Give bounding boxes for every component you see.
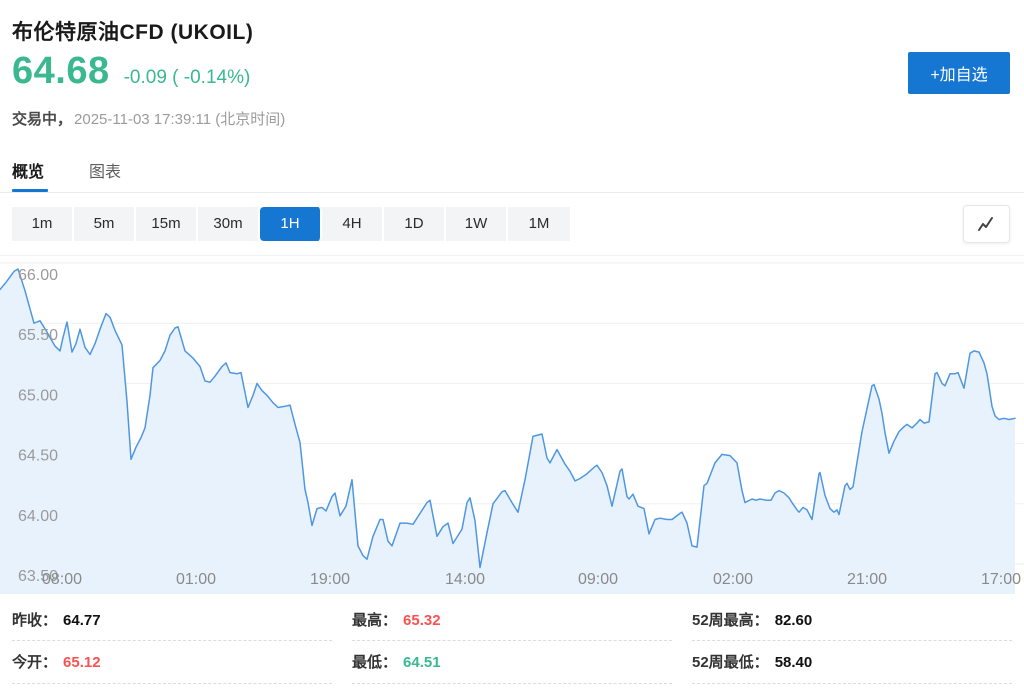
- stat-label: 今开：: [12, 654, 57, 671]
- x-axis-label: 09:00: [578, 571, 618, 588]
- tab-bar-divider: [0, 192, 1024, 193]
- stat-row: 最高： 65.32: [352, 601, 672, 641]
- quote-page: 布伦特原油CFD (UKOIL) 64.68 -0.09 ( -0.14%) 交易…: [0, 0, 1024, 691]
- stat-value: 58.40: [775, 654, 813, 671]
- stat-row: 昨收： 64.77: [12, 601, 332, 641]
- stats-column: 昨收： 64.77 今开： 65.12: [12, 601, 332, 684]
- stat-label: 最低：: [352, 654, 397, 671]
- price-change: -0.09 ( -0.14%): [124, 67, 251, 88]
- period-button-15m[interactable]: 15m: [136, 207, 198, 241]
- x-axis-label: 08:00: [42, 571, 82, 588]
- stat-value: 82.60: [775, 612, 813, 629]
- line-chart-icon: [975, 212, 999, 236]
- stat-row: 52周最低： 58.40: [692, 641, 1012, 684]
- x-axis-label: 02:00: [713, 571, 753, 588]
- period-button-1H[interactable]: 1H: [260, 207, 322, 241]
- chart-style-button[interactable]: [963, 205, 1010, 243]
- price-row: 64.68 -0.09 ( -0.14%): [12, 50, 250, 93]
- add-watchlist-button[interactable]: +加自选: [908, 52, 1010, 94]
- period-button-30m[interactable]: 30m: [198, 207, 260, 241]
- stat-label: 最高：: [352, 612, 397, 629]
- last-price: 64.68: [12, 50, 110, 92]
- stats-column: 最高： 65.32 最低： 64.51: [352, 601, 672, 684]
- tab-bar: 概览 图表: [12, 158, 166, 182]
- period-toolbar: 1m5m15m30m1H4H1D1W1M: [12, 207, 570, 241]
- y-axis-label: 64.50: [18, 448, 58, 465]
- period-button-4H[interactable]: 4H: [322, 207, 384, 241]
- period-button-1W[interactable]: 1W: [446, 207, 508, 241]
- price-chart[interactable]: 66.0065.5065.0064.5064.0063.5008:0001:00…: [0, 255, 1024, 593]
- period-button-5m[interactable]: 5m: [74, 207, 136, 241]
- x-axis-label: 01:00: [176, 571, 216, 588]
- y-axis-label: 65.50: [18, 327, 58, 344]
- period-button-1D[interactable]: 1D: [384, 207, 446, 241]
- y-axis-label: 65.00: [18, 387, 58, 404]
- x-axis-label: 14:00: [445, 571, 485, 588]
- stat-label: 52周最低：: [692, 654, 769, 671]
- y-axis-label: 66.00: [18, 267, 58, 284]
- page-title: 布伦特原油CFD (UKOIL): [12, 16, 253, 46]
- tab-图表[interactable]: 图表: [89, 158, 121, 182]
- stat-row: 今开： 65.12: [12, 641, 332, 684]
- x-axis-label: 17:00: [981, 571, 1021, 588]
- y-axis-label: 64.00: [18, 508, 58, 525]
- status-row: 交易中，2025-11-03 17:39:11 (北京时间): [12, 108, 285, 129]
- stat-value: 65.32: [403, 612, 441, 629]
- quote-timestamp: 2025-11-03 17:39:11 (北京时间): [74, 111, 285, 128]
- period-button-1m[interactable]: 1m: [12, 207, 74, 241]
- stat-label: 52周最高：: [692, 612, 769, 629]
- price-chart-canvas[interactable]: 66.0065.5065.0064.5064.0063.5008:0001:00…: [0, 256, 1024, 594]
- period-button-1M[interactable]: 1M: [508, 207, 570, 241]
- tab-概览[interactable]: 概览: [12, 158, 44, 182]
- stat-value: 64.51: [403, 654, 441, 671]
- stat-value: 64.77: [63, 612, 101, 629]
- x-axis-label: 21:00: [847, 571, 887, 588]
- stats-column: 52周最高： 82.60 52周最低： 58.40: [692, 601, 1012, 684]
- stat-value: 65.12: [63, 654, 101, 671]
- trading-status: 交易中，: [12, 111, 72, 128]
- stat-row: 52周最高： 82.60: [692, 601, 1012, 641]
- x-axis-label: 19:00: [310, 571, 350, 588]
- stat-label: 昨收：: [12, 612, 57, 629]
- stat-row: 最低： 64.51: [352, 641, 672, 684]
